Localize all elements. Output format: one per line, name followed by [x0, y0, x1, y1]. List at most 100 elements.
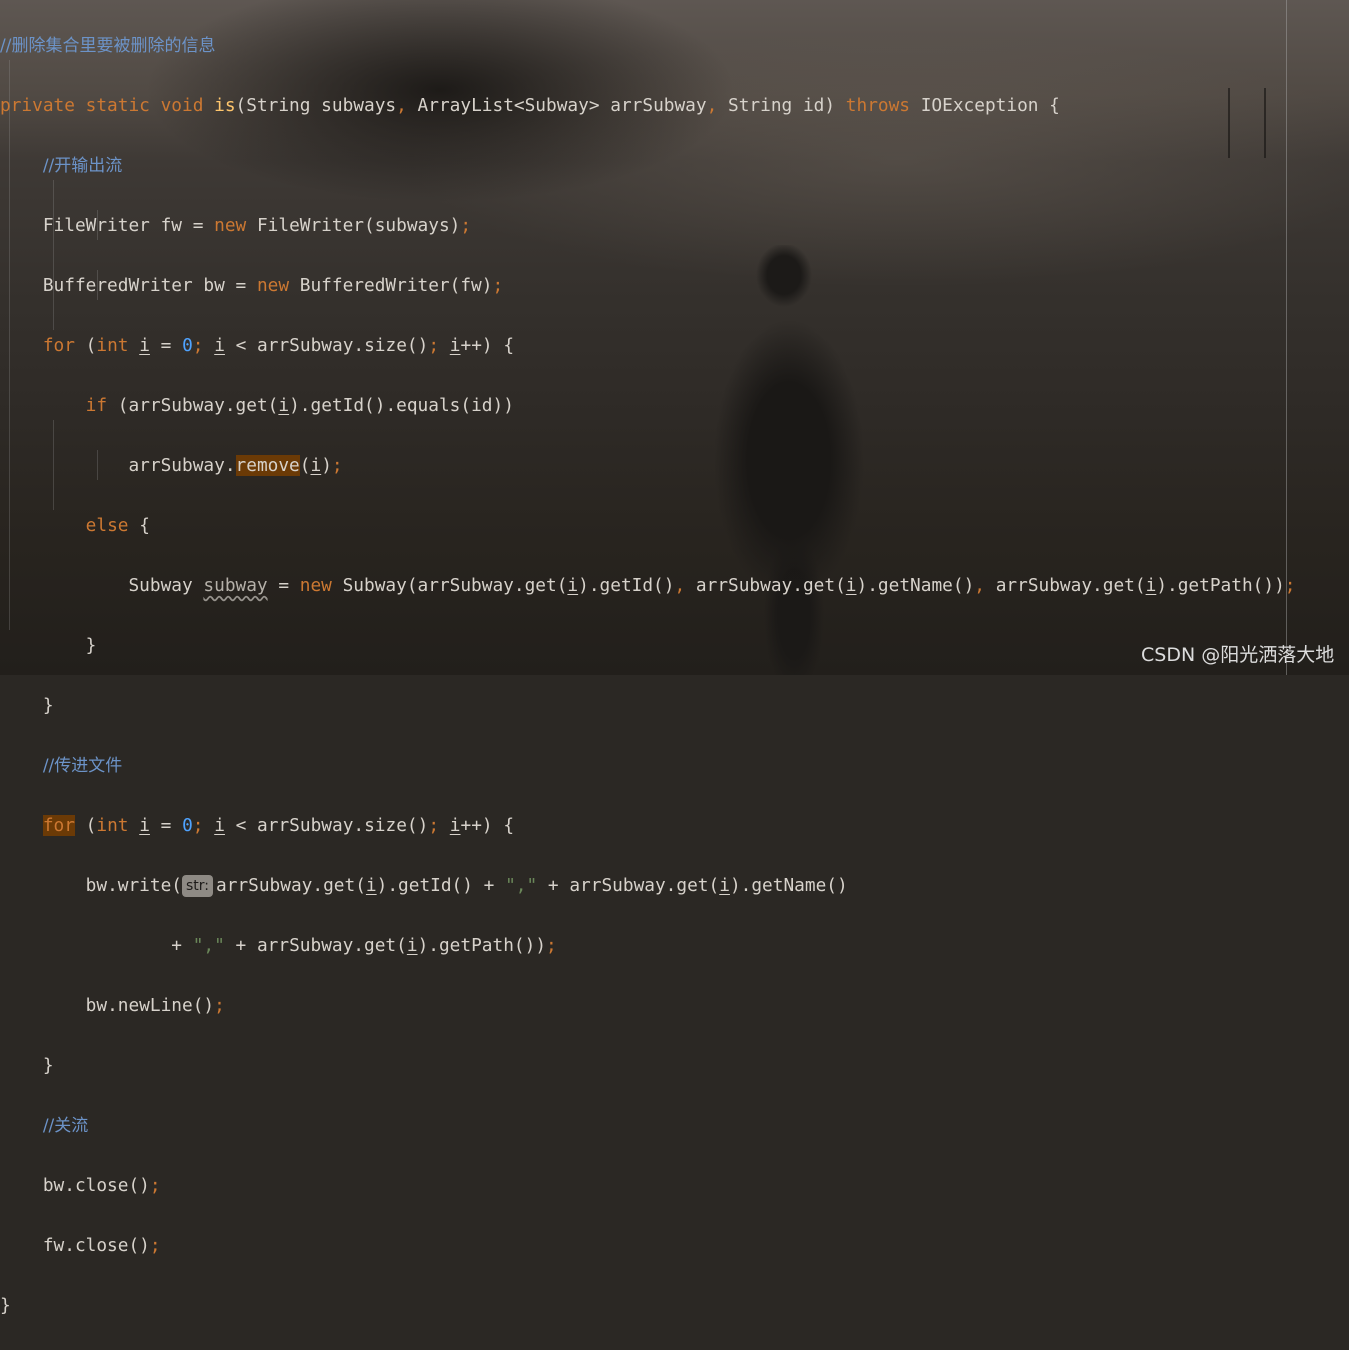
code-text: arrSubway.: [128, 455, 236, 476]
code-line-21: fw.close();: [0, 1231, 1296, 1261]
code-line-11: }: [0, 631, 1296, 661]
variable: i: [719, 875, 730, 896]
variable: i: [365, 875, 377, 896]
code-text: (String subways: [235, 95, 397, 116]
code-line-9: else {: [0, 511, 1296, 541]
code-text: =: [267, 575, 300, 596]
code-line-10: Subway subway = new Subway(arrSubway.get…: [0, 571, 1296, 601]
comment: //删除集合里要被删除的信息: [0, 36, 216, 56]
code-text: ++) {: [460, 815, 515, 836]
punctuation: ;: [149, 1175, 161, 1196]
code-line-7: if (arrSubway.get(i).getId().equals(id)): [0, 391, 1296, 421]
code-text: BufferedWriter bw =: [42, 275, 257, 296]
number: 0: [182, 815, 193, 836]
code-text: arrSubway.get(: [216, 875, 366, 896]
code-text: =: [149, 815, 183, 836]
code-text: + arrSubway.get(: [224, 935, 407, 956]
keyword: int: [96, 815, 129, 836]
code-text: ).getId().equals(id)): [289, 395, 514, 416]
punctuation: ;: [546, 935, 557, 956]
highlighted-method: remove: [235, 455, 300, 476]
code-line-6: for (int i = 0; i < arrSubway.size(); i+…: [0, 331, 1296, 361]
variable: i: [278, 395, 290, 416]
number: 0: [182, 335, 193, 356]
code-editor[interactable]: //删除集合里要被删除的信息 private static void is(St…: [0, 1, 1296, 1350]
variable: i: [214, 335, 225, 356]
highlighted-keyword: for: [42, 815, 75, 836]
code-text: fw.close(): [42, 1235, 150, 1256]
code-text: (: [299, 455, 311, 476]
keyword: if: [85, 395, 108, 416]
punctuation: ,: [974, 575, 985, 596]
comment: //开输出流: [42, 156, 123, 176]
code-line-1: //删除集合里要被删除的信息: [0, 31, 1296, 61]
keyword: new: [214, 215, 247, 236]
keyword: else: [85, 515, 129, 536]
punctuation: ;: [428, 815, 440, 836]
method-name: is: [214, 95, 236, 116]
string-literal: ",": [192, 935, 225, 956]
code-line-15: bw.write(str: arrSubway.get(i).getId() + …: [0, 871, 1296, 901]
variable: i: [845, 575, 857, 596]
code-text: < arrSubway.size(): [224, 335, 429, 356]
variable: i: [139, 335, 150, 356]
code-line-3: //开输出流: [0, 151, 1296, 181]
code-text: ArrayList<Subway> arrSubway: [406, 95, 707, 116]
punctuation: ;: [149, 1235, 161, 1256]
punctuation: ,: [396, 95, 407, 116]
code-text: FileWriter(subways): [246, 215, 461, 236]
code-line-5: BufferedWriter bw = new BufferedWriter(f…: [0, 271, 1296, 301]
code-text: Subway: [128, 575, 204, 596]
punctuation: ;: [192, 815, 204, 836]
punctuation: ;: [1284, 575, 1296, 596]
variable: i: [567, 575, 579, 596]
variable: i: [310, 455, 322, 476]
code-text: {: [128, 515, 150, 536]
keyword: new: [299, 575, 332, 596]
watermark: CSDN @阳光洒落大地: [1141, 644, 1335, 666]
code-text: ++) {: [460, 335, 515, 356]
keyword: for: [42, 335, 75, 356]
code-line-19: //关流: [0, 1111, 1296, 1141]
comment: //关流: [42, 1116, 89, 1136]
closing-brace: }: [0, 1295, 11, 1316]
code-line-20: bw.close();: [0, 1171, 1296, 1201]
closing-brace: }: [85, 635, 97, 656]
punctuation: ;: [192, 335, 204, 356]
code-text: ).getId() +: [376, 875, 506, 896]
code-text: bw.newLine(): [85, 995, 215, 1016]
variable: i: [449, 335, 461, 356]
code-text: +: [171, 935, 193, 956]
punctuation: ;: [460, 215, 472, 236]
code-line-12: }: [0, 691, 1296, 721]
keyword: throws: [845, 95, 911, 116]
code-text: (: [74, 815, 97, 836]
code-line-13: //传进文件: [0, 751, 1296, 781]
punctuation: ;: [214, 995, 225, 1016]
code-line-14: for (int i = 0; i < arrSubway.size(); i+…: [0, 811, 1296, 841]
code-line-4: FileWriter fw = new FileWriter(subways);: [0, 211, 1296, 241]
variable: i: [1145, 575, 1157, 596]
code-line-16: + "," + arrSubway.get(i).getPath());: [0, 931, 1296, 961]
keyword: private static void: [0, 95, 215, 116]
variable: i: [449, 815, 461, 836]
punctuation: ;: [331, 455, 343, 476]
keyword: new: [256, 275, 290, 296]
unused-variable: subway: [203, 575, 268, 596]
code-text: (arrSubway.get(: [107, 395, 279, 416]
closing-brace: }: [42, 695, 54, 716]
keyword: int: [96, 335, 129, 356]
code-text: ).getPath()): [1156, 575, 1285, 596]
variable: i: [406, 935, 418, 956]
code-text: IOException {: [910, 95, 1060, 116]
variable: i: [214, 815, 225, 836]
parameter-hint[interactable]: str:: [182, 875, 214, 897]
code-text: arrSubway.get(: [685, 575, 846, 596]
punctuation: ;: [428, 335, 440, 356]
code-line-8: arrSubway.remove(i);: [0, 451, 1296, 481]
closing-brace: }: [42, 1055, 54, 1076]
code-text: ).getName(): [729, 875, 848, 896]
comment: //传进文件: [42, 756, 123, 776]
code-text: =: [149, 335, 183, 356]
code-line-18: }: [0, 1051, 1296, 1081]
